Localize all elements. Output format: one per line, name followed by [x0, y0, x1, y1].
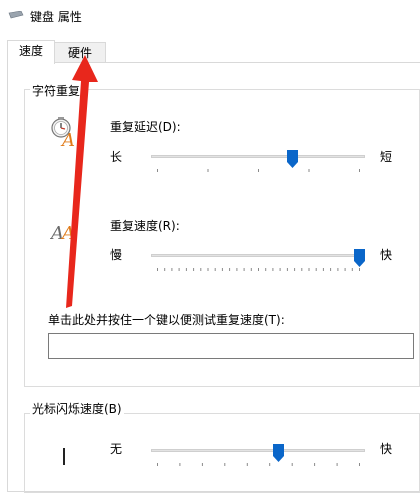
slider-tick — [246, 463, 248, 466]
slider-tick — [272, 268, 274, 271]
slider-tick — [322, 268, 324, 271]
slider-track — [151, 254, 365, 257]
slider-tick — [359, 268, 360, 271]
slider-tick — [193, 268, 195, 271]
slider-tick — [157, 268, 158, 271]
slider-thumb[interactable] — [272, 444, 284, 462]
delay-min-label: 长 — [110, 150, 123, 164]
slider-tick — [286, 268, 288, 271]
tab-label: 硬件 — [67, 46, 92, 60]
slider-tick — [221, 268, 223, 271]
svg-text:A: A — [60, 130, 75, 148]
slider-tick — [243, 268, 245, 271]
slider-tick — [336, 463, 338, 466]
rate-max-label: 快 — [380, 248, 393, 262]
slider-track — [151, 449, 365, 452]
slider-ticks — [157, 169, 360, 172]
title-bar: 键盘 属性 — [0, 0, 420, 32]
slider-tick — [294, 268, 296, 271]
delay-max-label: 短 — [380, 150, 393, 164]
slider-tick — [330, 268, 332, 271]
tab-hardware[interactable]: 硬件 — [54, 42, 106, 63]
tab-label: 速度 — [18, 44, 43, 58]
slider-tick — [185, 268, 187, 271]
slider-tick — [279, 268, 281, 271]
slider-tick — [258, 169, 259, 172]
slider-tick — [314, 463, 316, 466]
cursor-blink-slider[interactable] — [151, 444, 365, 470]
repeat-rate-label: 重复速度(R): — [110, 219, 180, 233]
repeat-rate-icon: A A — [50, 223, 75, 242]
repeat-rate-slider[interactable] — [151, 249, 365, 275]
repeat-delay-slider[interactable] — [151, 150, 365, 176]
svg-text:A: A — [60, 223, 75, 242]
slider-tick — [157, 169, 158, 172]
slider-track — [151, 155, 365, 158]
blink-max-label: 快 — [380, 442, 393, 456]
blink-min-label: 无 — [110, 442, 123, 456]
slider-tick — [258, 268, 259, 271]
slider-tick — [157, 463, 158, 466]
repeat-delay-icon: A — [51, 117, 75, 148]
slider-tick — [164, 268, 166, 271]
slider-tick — [179, 463, 181, 466]
slider-ticks — [157, 463, 360, 466]
tab-speed[interactable]: 速度 — [7, 40, 55, 64]
slider-tick — [171, 268, 173, 271]
slider-tick — [291, 463, 293, 466]
slider-tick — [359, 169, 360, 172]
slider-tick — [214, 268, 216, 271]
window-title: 键盘 属性 — [30, 10, 82, 24]
slider-tick — [229, 268, 231, 271]
slider-tick — [200, 268, 202, 271]
test-repeat-label: 单击此处并按住一个键以便测试重复速度(T): — [48, 313, 285, 327]
tab-strip: 速度 硬件 — [0, 32, 420, 64]
slider-tick — [201, 463, 203, 466]
slider-tick — [250, 268, 252, 271]
slider-tick — [265, 268, 267, 271]
slider-tick — [178, 268, 180, 271]
char-repeat-legend: 字符重复 — [30, 82, 83, 99]
slider-thumb[interactable] — [353, 249, 365, 267]
slider-tick — [315, 268, 317, 271]
test-repeat-input[interactable] — [48, 333, 414, 359]
slider-tick — [207, 169, 209, 172]
slider-tick — [224, 463, 226, 466]
keyboard-icon — [8, 11, 24, 19]
slider-tick — [269, 463, 271, 466]
rate-min-label: 慢 — [110, 248, 123, 262]
slider-tick — [308, 268, 310, 271]
slider-tick — [301, 268, 303, 271]
slider-tick — [359, 463, 360, 466]
slider-tick — [207, 268, 209, 271]
slider-tick — [308, 169, 310, 172]
cursor-preview — [63, 448, 65, 465]
slider-tick — [337, 268, 339, 271]
slider-ticks — [157, 268, 360, 271]
slider-tick — [236, 268, 238, 271]
slider-tick — [351, 268, 353, 271]
slider-tick — [344, 268, 346, 271]
slider-thumb[interactable] — [286, 150, 298, 168]
cursor-blink-legend: 光标闪烁速度(B) — [30, 400, 124, 417]
repeat-delay-label: 重复延迟(D): — [110, 120, 181, 134]
